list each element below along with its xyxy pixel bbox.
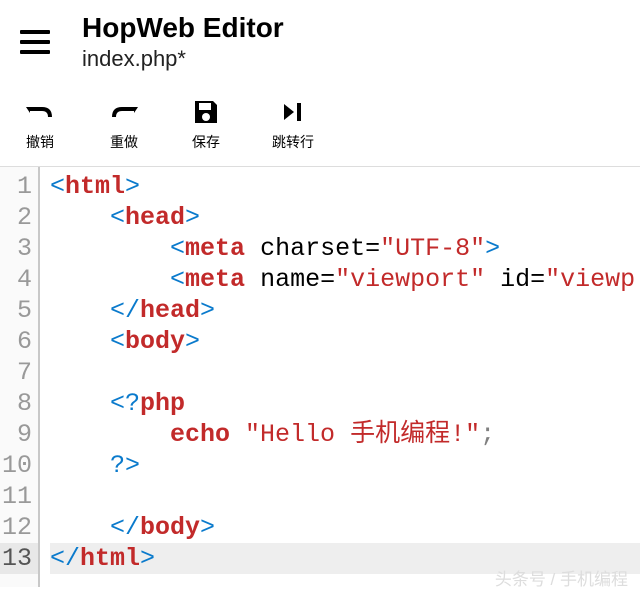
line-number: 4 (0, 264, 38, 295)
goto-line-label: 跳转行 (272, 132, 314, 152)
undo-label: 撤销 (26, 132, 54, 152)
code-line[interactable] (50, 357, 640, 388)
app-title: HopWeb Editor (82, 12, 620, 44)
title-block: HopWeb Editor index.php* (82, 12, 620, 72)
code-line[interactable]: <?php (50, 388, 640, 419)
code-line[interactable] (50, 481, 640, 512)
save-label: 保存 (192, 132, 220, 152)
line-number: 9 (0, 419, 38, 450)
redo-label: 重做 (110, 132, 138, 152)
toolbar: 撤销 重做 保存 跳转行 (0, 84, 640, 167)
goto-line-icon (280, 98, 306, 126)
undo-button[interactable]: 撤销 (24, 98, 56, 152)
redo-button[interactable]: 重做 (108, 98, 140, 152)
line-number: 7 (0, 357, 38, 388)
code-line[interactable]: <meta name="viewport" id="viewp (50, 264, 640, 295)
undo-icon (24, 98, 56, 126)
hamburger-menu-icon[interactable] (20, 30, 50, 54)
goto-line-button[interactable]: 跳转行 (272, 98, 314, 152)
line-number: 10 (0, 450, 38, 481)
line-number: 6 (0, 326, 38, 357)
line-number-gutter: 12345678910111213 (0, 167, 40, 587)
line-number: 13 (0, 543, 38, 574)
code-line[interactable]: </body> (50, 512, 640, 543)
code-line[interactable]: <meta charset="UTF-8"> (50, 233, 640, 264)
code-line[interactable]: <head> (50, 202, 640, 233)
line-number: 11 (0, 481, 38, 512)
save-button[interactable]: 保存 (192, 98, 220, 152)
line-number: 8 (0, 388, 38, 419)
code-line[interactable]: echo "Hello 手机编程!"; (50, 419, 640, 450)
line-number: 2 (0, 202, 38, 233)
line-number: 5 (0, 295, 38, 326)
line-number: 12 (0, 512, 38, 543)
code-area[interactable]: <html> <head> <meta charset="UTF-8"> <me… (40, 167, 640, 587)
file-name: index.php* (82, 46, 620, 72)
line-number: 1 (0, 171, 38, 202)
code-line[interactable]: ?> (50, 450, 640, 481)
line-number: 3 (0, 233, 38, 264)
code-line[interactable]: </head> (50, 295, 640, 326)
watermark: 头条号 / 手机编程 (495, 565, 628, 590)
code-editor[interactable]: 12345678910111213 <html> <head> <meta ch… (0, 167, 640, 587)
code-line[interactable]: <html> (50, 171, 640, 202)
save-icon (193, 98, 219, 126)
app-header: HopWeb Editor index.php* (0, 0, 640, 84)
code-line[interactable]: <body> (50, 326, 640, 357)
redo-icon (108, 98, 140, 126)
